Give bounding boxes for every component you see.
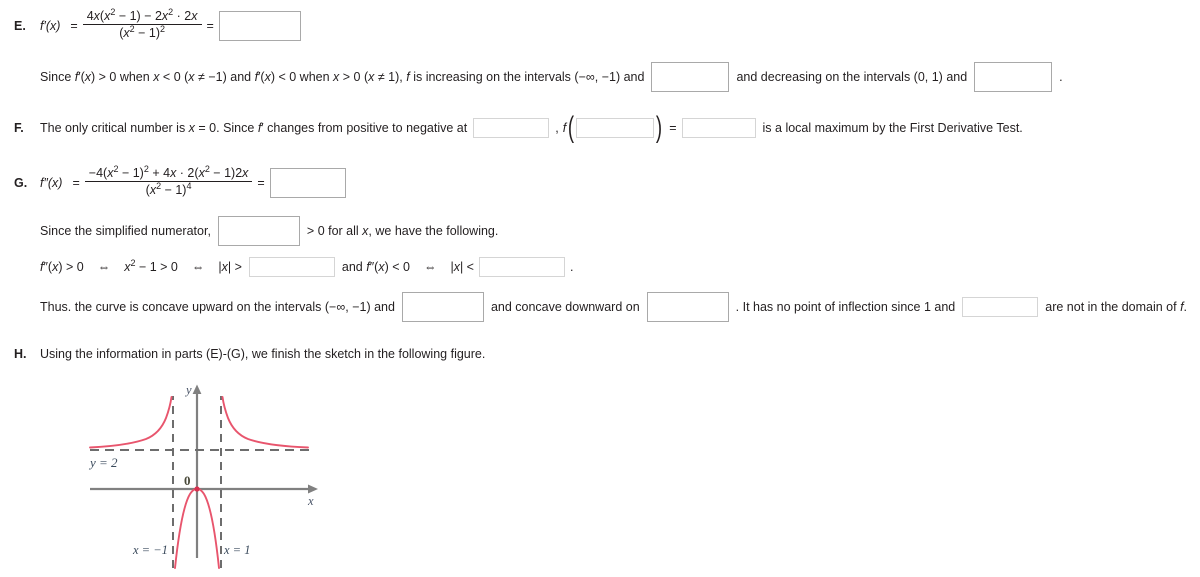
part-e-equals-sign-2: =	[206, 18, 214, 33]
part-e-label: E.	[14, 18, 26, 33]
curve-left-branch	[89, 396, 173, 449]
part-g-fraction: −4(x2 − 1)2 + 4x · 2(x2 − 1)2x (x2 − 1)4	[84, 164, 253, 198]
part-f-sentence-row: F. The only critical number is x = 0. Si…	[14, 111, 1023, 144]
iff-arrow-icon-3: ⇔	[423, 260, 437, 274]
curve-right-branch	[221, 396, 309, 449]
part-f-critical-number-input[interactable]	[473, 118, 550, 138]
part-e-fraction: 4x(x2 − 1) − 2x2 · 2x (x2 − 1)2	[82, 7, 202, 41]
part-f-equals-sign: =	[669, 121, 677, 135]
part-g-numerator-row: Since the simplified numerator, > 0 for …	[40, 216, 498, 246]
left-paren-glyph: (	[568, 111, 575, 144]
part-f-sentence-text-1: The only critical number is x = 0. Since…	[40, 121, 468, 135]
part-f-function-label: f	[562, 121, 567, 135]
part-g-function-name: f″(x)	[40, 175, 63, 190]
part-e-equals-sign-1: =	[70, 18, 78, 33]
part-g-abs-x-less-input[interactable]	[478, 257, 565, 277]
part-e-fraction-denominator: (x2 − 1)2	[119, 24, 166, 41]
part-e-formula-row: E. f′(x) = 4x(x2 − 1) − 2x2 · 2x (x2 − 1…	[14, 7, 301, 42]
part-g-inequality-text-1: f″(x) > 0	[40, 260, 84, 274]
part-g-fraction-denominator: (x2 − 1)4	[145, 181, 192, 198]
part-g-concave-up-interval-input[interactable]	[401, 292, 484, 322]
part-g-answer-input[interactable]	[269, 167, 346, 198]
part-e-sentence-text-1: Since f′(x) > 0 when x < 0 (x ≠ −1) and …	[40, 70, 645, 84]
part-e-decreasing-interval-input[interactable]	[974, 62, 1053, 92]
part-h-sentence-row: H. Using the information in parts (E)-(G…	[14, 347, 485, 361]
part-g-inequality-text-2: x2 − 1 > 0	[124, 257, 178, 274]
part-g-label: G.	[14, 175, 28, 190]
part-h-sentence-text: Using the information in parts (E)-(G), …	[40, 347, 486, 361]
part-f-local-max-value-input[interactable]	[681, 118, 756, 138]
part-e-increasing-interval-input[interactable]	[651, 62, 730, 92]
part-g-inequality-text-4: and f″(x) < 0	[341, 260, 410, 274]
part-g-equals-sign-2: =	[257, 175, 265, 190]
right-paren-glyph: )	[656, 111, 663, 144]
y-axis-label: y	[184, 383, 192, 397]
part-g-equals-sign-1: =	[72, 175, 80, 190]
part-f-sentence-text-2: is a local maximum by the First Derivati…	[762, 121, 1023, 135]
part-e-sentence-text-2: and decreasing on the intervals (0, 1) a…	[736, 70, 968, 84]
part-g-inequality-period: .	[569, 260, 574, 274]
part-e-function-name: f′(x)	[40, 18, 61, 33]
function-graph-svg: y x y = 2 0 x = −1 x = 1	[88, 383, 318, 569]
iff-arrow-icon-1: ⇔	[97, 260, 111, 274]
part-f-label: F.	[14, 121, 24, 135]
part-g-numerator-text-1: Since the simplified numerator,	[40, 224, 211, 238]
part-e-fraction-numerator: 4x(x2 − 1) − 2x2 · 2x	[82, 7, 202, 26]
part-g-concave-down-interval-input[interactable]	[646, 292, 729, 322]
part-e-answer-input[interactable]	[218, 10, 301, 41]
part-g-concavity-text-1: Thus. the curve is concave upward on the…	[40, 300, 395, 314]
local-maximum-point	[194, 486, 200, 492]
function-sketch-figure: y x y = 2 0 x = −1 x = 1	[80, 378, 330, 573]
part-g-concavity-text-3: . It has no point of inflection since 1 …	[735, 300, 956, 314]
part-g-inequality-text-5: |x| <	[450, 260, 474, 274]
x-axis-label: x	[307, 494, 314, 508]
part-g-formula-row: G. f″(x) = −4(x2 − 1)2 + 4x · 2(x2 − 1)2…	[14, 164, 346, 199]
part-g-fraction-numerator: −4(x2 − 1)2 + 4x · 2(x2 − 1)2x	[84, 164, 253, 183]
part-g-concavity-row: Thus. the curve is concave upward on the…	[40, 292, 1187, 322]
part-g-inequality-row: f″(x) > 0 ⇔ x2 − 1 > 0 ⇔ |x| > and f″(x)…	[40, 257, 573, 277]
iff-arrow-icon-2: ⇔	[191, 260, 205, 274]
y-axis-arrow-icon	[192, 384, 202, 394]
part-g-concavity-text-2: and concave downward on	[490, 300, 640, 314]
part-g-concavity-text-4: are not in the domain of f.	[1045, 300, 1188, 314]
horizontal-asymptote-label: y = 2	[88, 455, 118, 470]
part-e-sentence-period: .	[1059, 70, 1063, 84]
part-e-sentence-row: Since f′(x) > 0 when x < 0 (x ≠ −1) and …	[40, 62, 1063, 92]
part-g-inequality-text-3: |x| >	[218, 260, 242, 274]
part-g-simplified-numerator-input[interactable]	[217, 216, 300, 246]
vertical-asymptote-right-label: x = 1	[223, 543, 250, 557]
part-g-abs-x-greater-input[interactable]	[248, 257, 335, 277]
part-h-label: H.	[14, 347, 27, 361]
part-f-function-argument-input[interactable]	[576, 118, 655, 138]
part-g-excluded-value-input[interactable]	[962, 297, 1039, 317]
x-axis-arrow-icon	[308, 484, 318, 494]
origin-label: 0	[184, 473, 191, 488]
part-g-numerator-text-2: > 0 for all x, we have the following.	[306, 224, 499, 238]
vertical-asymptote-left-label: x = −1	[132, 543, 168, 557]
